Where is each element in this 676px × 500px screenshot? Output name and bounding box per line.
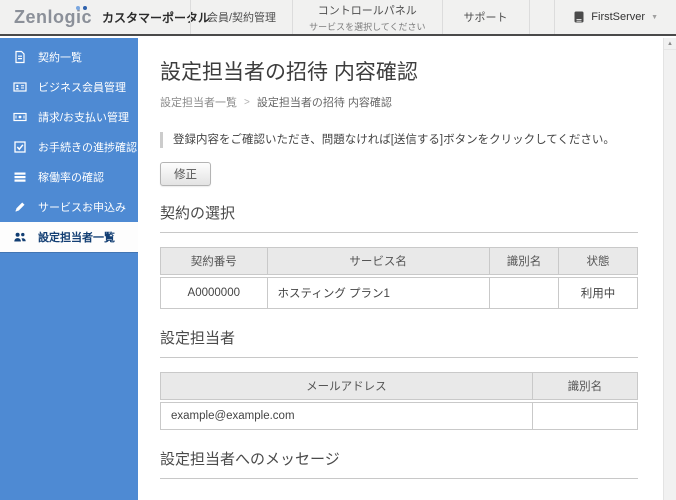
sidebar-item-label: 稼働率の確認 — [38, 169, 104, 185]
breadcrumb-parent-link[interactable]: 設定担当者一覧 — [160, 94, 237, 110]
menu-label: サポート — [464, 9, 508, 25]
checkbox-icon — [13, 140, 27, 154]
users-icon — [13, 230, 27, 244]
chevron-down-icon: ▼ — [651, 14, 658, 21]
main-content: 設定担当者の招待 内容確認 設定担当者一覧 > 設定担当者の招待 内容確認 登録… — [138, 38, 663, 500]
logo-dot-light — [76, 6, 80, 10]
staff-table-row: example@example.com — [160, 402, 638, 430]
contract-table: 契約番号 サービス名 識別名 状態 A0000000 ホスティング プラン1 利… — [160, 245, 638, 311]
cell-service-name: ホスティング プラン1 — [268, 277, 490, 309]
server-list-icon — [13, 170, 27, 184]
col-service-name: サービス名 — [268, 247, 490, 275]
sidebar-item-label: ビジネス会員管理 — [38, 79, 126, 95]
staff-table-header-row: メールアドレス 識別名 — [160, 372, 638, 400]
sidebar-item-label: 設定担当者一覧 — [38, 229, 115, 245]
menu-support[interactable]: サポート — [442, 0, 530, 34]
sidebar-item-label: 契約一覧 — [38, 49, 82, 65]
menu-label: コントロールパネル — [318, 2, 417, 18]
account-name: FirstServer — [591, 11, 645, 23]
server-icon — [573, 11, 585, 23]
top-menu: 会員/契約管理 コントロールパネル サービスを選択してください サポート — [190, 0, 530, 34]
sidebar: 契約一覧 ビジネス会員管理 請求/お支払い管理 お手続きの進捗確認 稼働率の確認… — [0, 38, 138, 500]
breadcrumb: 設定担当者一覧 > 設定担当者の招待 内容確認 — [160, 94, 638, 110]
vertical-scrollbar[interactable]: ▲ — [663, 38, 676, 500]
logo-zenlogic: Zenlogic — [14, 7, 96, 28]
message-section-heading: 設定担当者へのメッセージ — [160, 448, 638, 479]
sidebar-item-business-members[interactable]: ビジネス会員管理 — [0, 72, 138, 102]
col-status: 状態 — [559, 247, 638, 275]
cell-email: example@example.com — [160, 402, 533, 430]
id-card-icon — [13, 80, 27, 94]
top-header: Zenlogic カスタマーポータル 会員/契約管理 コントロールパネル サービ… — [0, 0, 676, 36]
cell-contract-number: A0000000 — [160, 277, 268, 309]
cell-status: 利用中 — [559, 277, 638, 309]
col-identifier: 識別名 — [533, 372, 638, 400]
sidebar-item-label: サービスお申込み — [38, 199, 126, 215]
menu-member-contract[interactable]: 会員/契約管理 — [190, 0, 292, 34]
menu-label: 会員/契約管理 — [207, 9, 276, 25]
breadcrumb-separator: > — [244, 97, 250, 108]
contract-section-heading: 契約の選択 — [160, 202, 638, 233]
menu-control-panel[interactable]: コントロールパネル サービスを選択してください — [292, 0, 441, 34]
confirmation-note: 登録内容をご確認いただき、問題なければ[送信する]ボタンをクリックしてください。 — [160, 132, 638, 148]
sidebar-item-label: お手続きの進捗確認 — [38, 139, 137, 155]
staff-table: メールアドレス 識別名 example@example.com — [160, 370, 638, 432]
edit-button[interactable]: 修正 — [160, 162, 211, 186]
menu-sublabel: サービスを選択してください — [309, 20, 425, 33]
document-icon — [13, 50, 27, 64]
sidebar-item-label: 請求/お支払い管理 — [38, 109, 129, 125]
account-dropdown[interactable]: FirstServer ▼ — [554, 0, 676, 34]
logo-dot-dark — [83, 6, 87, 10]
cell-identifier — [490, 277, 559, 309]
sidebar-item-service-apply[interactable]: サービスお申込み — [0, 192, 138, 222]
cell-identifier — [533, 402, 638, 430]
sidebar-item-uptime[interactable]: 稼働率の確認 — [0, 162, 138, 192]
col-email: メールアドレス — [160, 372, 533, 400]
col-contract-number: 契約番号 — [160, 247, 268, 275]
sidebar-item-billing[interactable]: 請求/お支払い管理 — [0, 102, 138, 132]
sidebar-item-staff-list[interactable]: 設定担当者一覧 — [0, 222, 138, 252]
staff-section-heading: 設定担当者 — [160, 327, 638, 358]
page-title: 設定担当者の招待 内容確認 — [160, 56, 638, 86]
billing-icon — [13, 110, 27, 124]
contract-table-row: A0000000 ホスティング プラン1 利用中 — [160, 277, 638, 309]
col-identifier: 識別名 — [490, 247, 559, 275]
pen-icon — [13, 200, 27, 214]
breadcrumb-current: 設定担当者の招待 内容確認 — [257, 94, 392, 110]
sidebar-item-contracts[interactable]: 契約一覧 — [0, 42, 138, 72]
logo[interactable]: Zenlogic カスタマーポータル — [0, 0, 190, 34]
contract-table-header-row: 契約番号 サービス名 識別名 状態 — [160, 247, 638, 275]
scroll-up-arrow-icon[interactable]: ▲ — [664, 38, 676, 50]
sidebar-item-progress[interactable]: お手続きの進捗確認 — [0, 132, 138, 162]
